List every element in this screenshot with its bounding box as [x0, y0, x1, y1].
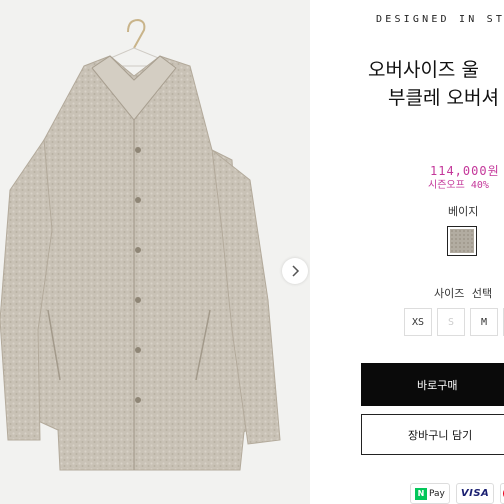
- color-label: 베이지: [448, 205, 479, 218]
- buy-now-button[interactable]: 바로구매: [361, 363, 504, 406]
- product-title-line2: 부클레 오버셔: [388, 87, 499, 109]
- product-title: 오버사이즈 울 부클레 오버셔: [368, 56, 504, 112]
- brand-tagline: DESIGNED IN STO: [376, 14, 504, 25]
- product-title-line1: 오버사이즈 울: [368, 59, 479, 81]
- add-to-cart-button[interactable]: 장바구니 담기: [361, 414, 504, 455]
- size-option-s[interactable]: S: [437, 308, 465, 336]
- discount-label: 시즌오프 40%: [428, 180, 489, 191]
- size-label: 사이즈 선택: [434, 287, 493, 300]
- npay-label: Pay: [429, 488, 445, 499]
- size-option-xs[interactable]: XS: [404, 308, 432, 336]
- visa-button[interactable]: VISA: [455, 483, 495, 504]
- npay-button[interactable]: N Pay: [410, 483, 450, 504]
- product-info-panel: DESIGNED IN STO 오버사이즈 울 부클레 오버셔 114,000원…: [330, 0, 504, 504]
- carousel-next-button[interactable]: [282, 258, 308, 284]
- product-image[interactable]: [0, 0, 310, 504]
- size-option-m[interactable]: M: [470, 308, 498, 336]
- size-options: XS S M L: [404, 308, 504, 336]
- mastercard-button[interactable]: [500, 483, 504, 504]
- chevron-right-icon: [292, 265, 300, 277]
- jacket-illustration: [0, 18, 281, 471]
- color-swatch-beige[interactable]: [447, 226, 477, 256]
- payment-methods: N Pay VISA: [410, 483, 504, 504]
- npay-logo-icon: N: [415, 487, 427, 500]
- swatch-fill: [450, 229, 474, 253]
